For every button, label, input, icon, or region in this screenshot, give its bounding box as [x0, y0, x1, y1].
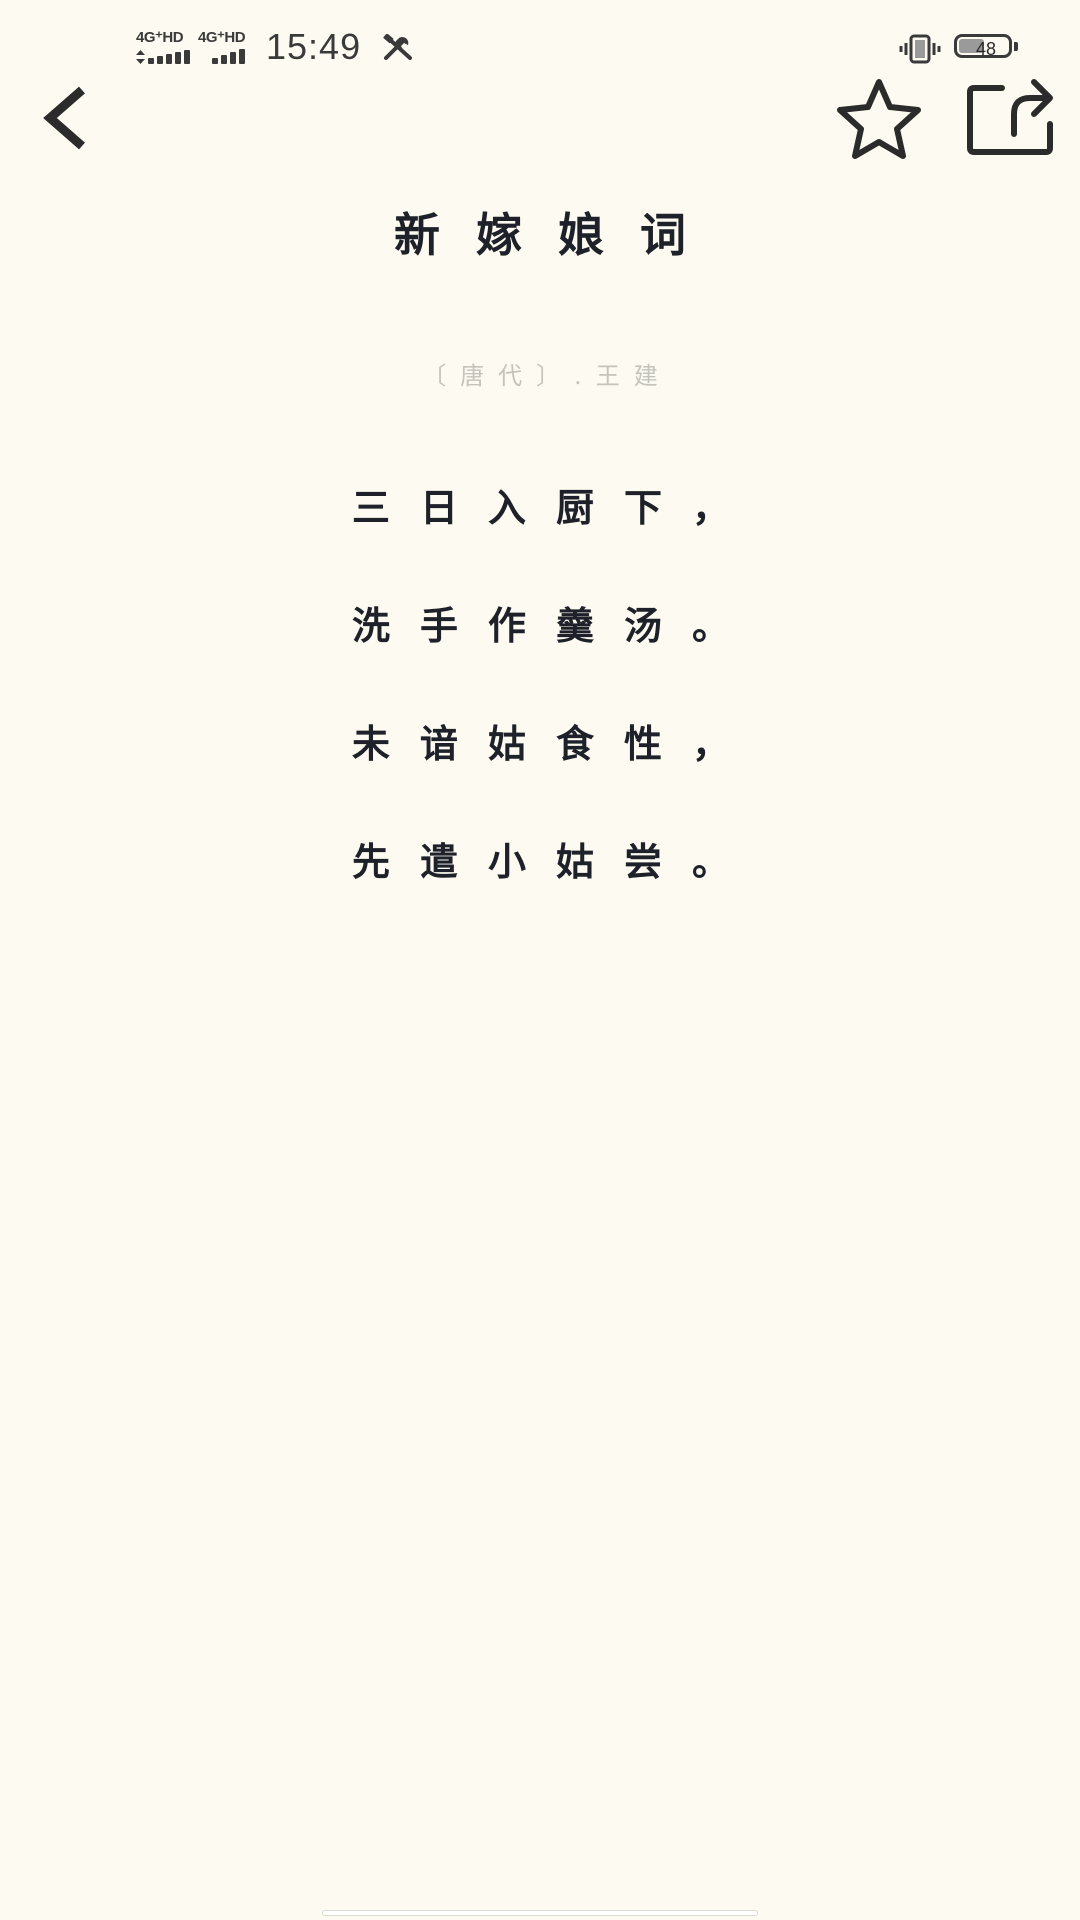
poem-line: 三日入厨下， [351, 485, 760, 530]
favorite-button[interactable] [826, 74, 932, 164]
battery-body: 48 [954, 34, 1012, 58]
data-arrows-icon [136, 50, 145, 64]
signal-icon [136, 48, 190, 64]
tools-icon [383, 34, 412, 60]
battery-level: 48 [975, 39, 997, 58]
poem-line: 未谙姑食性， [351, 721, 760, 766]
poem-title: 新嫁娘词 [394, 208, 722, 262]
poem-line: 洗手作羹汤。 [351, 603, 760, 648]
vibrate-icon [899, 34, 941, 64]
network-type-label: 4G⁺HD [198, 29, 246, 46]
sim2-signal: 4G⁺HD [198, 30, 254, 66]
battery-tip [1014, 42, 1018, 51]
back-button[interactable] [30, 80, 100, 156]
network-type-label: 4G⁺HD [136, 29, 184, 46]
chevron-left-icon [43, 86, 85, 150]
share-icon [967, 79, 1053, 155]
battery-icon: 48 [954, 34, 1020, 64]
poem-dynasty-author: 〔唐代〕.王建 [422, 362, 672, 390]
signal-icon [212, 48, 245, 64]
status-time: 15:49 [266, 26, 362, 67]
sim1-signal: 4G⁺HD [136, 30, 192, 66]
poem-line: 先遣小姑尝。 [351, 839, 760, 884]
share-button[interactable] [962, 72, 1058, 162]
home-indicator[interactable] [322, 1910, 758, 1916]
star-outline-icon [837, 79, 921, 159]
